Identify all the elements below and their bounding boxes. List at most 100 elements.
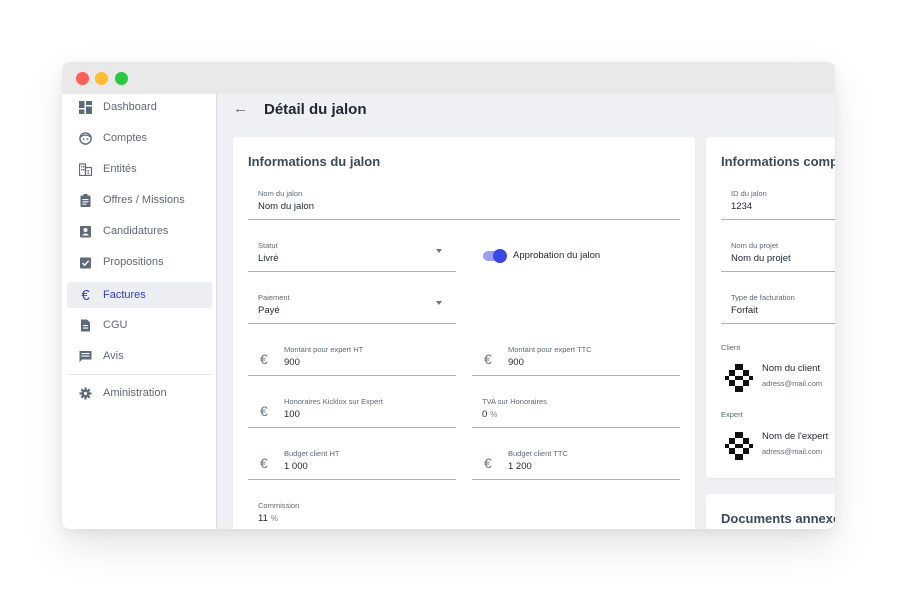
client-budget-ht-field[interactable]: € Budget client HT 1 000 [248,449,456,480]
sidebar-item-label: Dashboard [103,101,157,113]
milestone-info-card: Informations du jalon Nom du jalon Nom d… [233,137,695,529]
field-label: ID du jalon [731,189,767,198]
field-value: 1 200 [508,461,532,472]
status-select[interactable]: Statut Livré [248,241,456,272]
card-title: Informations du jalon [248,154,381,169]
sidebar-item-entites[interactable]: Entités [67,156,212,182]
expert-name: Nom de l'expert [762,431,829,442]
approval-toggle[interactable] [483,249,507,263]
sidebar-item-label: Propositions [103,256,164,268]
field-label: Honoraires Kicklox sur Expert [284,397,383,406]
client-name: Nom du client [762,363,821,374]
gear-icon [79,387,92,400]
field-label: Statut [258,241,278,250]
avatar [725,364,753,392]
payment-select[interactable]: Paiement Payé [248,293,456,324]
clipboard-icon [79,193,92,207]
sidebar-item-offres-missions[interactable]: Offres / Missions [67,187,212,213]
euro-icon: € [484,351,492,367]
document-icon [79,319,92,332]
comment-icon [79,350,92,363]
minimize-window-button[interactable] [95,72,108,85]
sidebar-item-label: Offres / Missions [103,194,185,206]
badge-icon [79,225,92,238]
chevron-down-icon [436,249,442,253]
expert-email: adress@mail.com [762,447,823,456]
sidebar-item-label: Candidatures [103,225,169,237]
project-name-field[interactable]: Nom du projet Nom du projet [721,241,835,272]
close-window-button[interactable] [76,72,89,85]
sidebar-item-dashboard[interactable]: Dashboard [67,94,212,120]
sidebar-item-factures[interactable]: € Factures [67,282,212,308]
field-value: Nom du jalon [258,201,314,212]
expert-amount-ht-field[interactable]: € Montant pour expert HT 900 [248,345,456,376]
field-label: Type de facturation [731,293,795,302]
euro-icon: € [260,351,268,367]
expert-card[interactable]: Nom de l'expert adress@mail.com [725,428,835,468]
field-label: Montant pour expert TTC [508,345,592,354]
sidebar-item-label: Avis [103,350,124,362]
sidebar: Dashboard Comptes Entités Offres / Missi… [62,94,217,529]
sidebar-item-propositions[interactable]: Propositions [67,249,212,275]
field-value: 11% [258,513,278,524]
field-value: 1234 [731,201,753,212]
sidebar-item-avis[interactable]: Avis [67,343,212,369]
chevron-down-icon [436,301,442,305]
approval-toggle-label: Approbation du jalon [513,250,601,261]
page-header: ← Détail du jalon [218,94,835,124]
sidebar-item-cgu[interactable]: CGU [67,312,212,338]
field-value: 900 [508,357,524,368]
window-titlebar [62,62,835,94]
field-value: Payé [258,305,280,316]
card-title: Informations compl [721,154,835,169]
field-label: Nom du projet [731,241,779,250]
check-box-icon [79,256,92,269]
vat-fees-field[interactable]: TVA sur Honoraires 0% [472,397,680,428]
kicklox-fees-field[interactable]: € Honoraires Kicklox sur Expert 100 [248,397,456,428]
sidebar-item-label: Aministration [103,387,167,399]
face-icon [79,131,92,145]
sidebar-item-administration[interactable]: Aministration [67,380,212,406]
card-title: Documents annexes [721,511,835,526]
field-label: TVA sur Honoraires [482,397,547,406]
page-title: Détail du jalon [264,101,367,118]
toggle-knob [493,249,507,263]
euro-icon: € [260,455,268,471]
field-label: Nom du jalon [258,189,303,198]
sidebar-item-label: Factures [103,289,146,301]
sidebar-item-label: CGU [103,319,128,331]
field-value: Forfait [731,305,758,316]
sidebar-item-comptes[interactable]: Comptes [67,125,212,151]
field-value: Nom du projet [731,253,791,264]
expert-amount-ttc-field[interactable]: € Montant pour expert TTC 900 [472,345,680,376]
field-label: Commission [258,501,300,510]
euro-icon: € [484,455,492,471]
additional-info-card: Informations compl ID du jalon 1234 Nom … [706,137,835,478]
maximize-window-button[interactable] [115,72,128,85]
client-section-label: Client [721,343,741,352]
billing-type-field[interactable]: Type de facturation Forfait [721,293,835,324]
euro-icon: € [81,286,90,304]
field-value: 900 [284,357,300,368]
sidebar-item-label: Comptes [103,132,148,144]
commission-field[interactable]: Commission 11% [248,501,456,529]
client-budget-ttc-field[interactable]: € Budget client TTC 1 200 [472,449,680,480]
field-value: 1 000 [284,461,308,472]
app-window: Dashboard Comptes Entités Offres / Missi… [62,62,835,529]
sidebar-divider [67,374,212,375]
field-label: Paiement [258,293,290,302]
milestone-id-field[interactable]: ID du jalon 1234 [721,189,835,220]
client-card[interactable]: Nom du client adress@mail.com [725,360,835,400]
field-value: 0% [482,409,498,420]
avatar [725,432,753,460]
dashboard-icon [79,100,92,114]
field-value: 100 [284,409,300,420]
euro-icon: € [260,403,268,419]
client-email: adress@mail.com [762,379,823,388]
attached-documents-card: Documents annexes [706,494,835,529]
field-label: Montant pour expert HT [284,345,364,354]
milestone-name-field[interactable]: Nom du jalon Nom du jalon [248,189,680,220]
arrow-left-icon[interactable]: ← [233,100,248,117]
sidebar-item-candidatures[interactable]: Candidatures [67,218,212,244]
field-value: Livré [258,253,279,264]
